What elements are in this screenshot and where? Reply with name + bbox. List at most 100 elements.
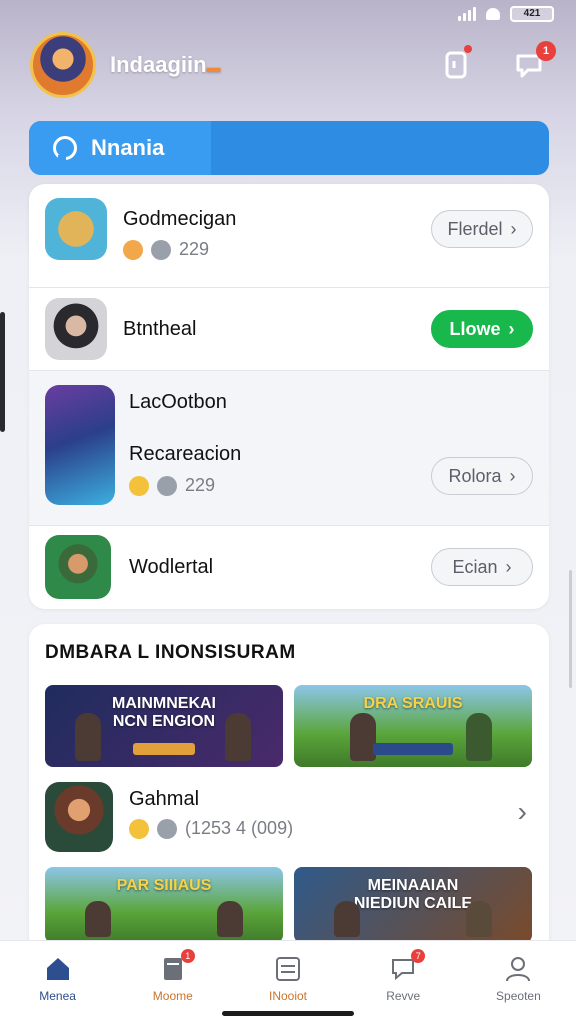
promo-banner[interactable]: MAINMNEKAI NCN ENGION — [45, 685, 283, 767]
list-item-action-button[interactable]: Rolora › — [431, 457, 533, 495]
character-figure — [217, 901, 243, 937]
section-title: DMBARA L INONSISURAM — [45, 642, 296, 663]
list-item-title: LacOotbon — [129, 391, 227, 413]
star-icon — [129, 475, 149, 496]
chevron-right-icon: › — [510, 218, 517, 239]
messages-button[interactable]: 1 — [512, 41, 556, 83]
game-thumbnail — [45, 298, 107, 360]
username-suffix: ▬ — [206, 59, 221, 75]
tab-moome[interactable]: 1 Moome — [115, 941, 230, 1024]
username: Indaagiin▬ — [110, 52, 221, 78]
signal-icon — [458, 7, 476, 21]
tab-bar: Menea 1 Moome INooiot 7 Revve Speoten — [0, 940, 576, 1024]
promo-text: DRA SRAUIS — [294, 695, 532, 713]
promo-play-button[interactable] — [133, 743, 195, 755]
list-item-count: 229 — [179, 239, 210, 259]
chevron-right-icon: › — [509, 465, 516, 486]
battery-icon: 421 — [510, 6, 554, 22]
person-icon — [504, 955, 532, 983]
bookmark-icon — [445, 51, 467, 79]
character-figure — [466, 901, 492, 937]
puzzle-icon — [157, 475, 177, 496]
action-label: Flerdel — [447, 218, 503, 239]
wifi-icon — [486, 8, 500, 20]
list-item-subtitle: Recareacion — [129, 443, 242, 465]
book-icon: 1 — [159, 949, 195, 983]
character-figure — [225, 713, 251, 761]
character-figure — [85, 901, 111, 937]
recommended-card: DMBARA L INONSISURAM MAINMNEKAI NCN ENGIO… — [29, 624, 549, 954]
tab-label: Speoten — [496, 989, 541, 1003]
list-item-title: Godmecigan — [123, 208, 237, 230]
list-item[interactable]: Btntheal Llowe › — [29, 288, 549, 370]
messages-badge: 1 — [536, 41, 556, 61]
home-icon — [44, 955, 72, 983]
banner[interactable]: Nnania — [29, 121, 549, 175]
bookmark-badge — [464, 45, 472, 53]
promo-line-1: MAINMNEKAI — [112, 695, 216, 712]
username-text: Indaagiin — [110, 52, 207, 77]
list-item[interactable]: Godmecigan 229 Flerdel › — [29, 184, 549, 288]
game-list-card: Godmecigan 229 Flerdel › Btntheal Llowe › … — [29, 184, 549, 609]
list-item[interactable]: Wodlertal Ecian › — [29, 526, 549, 609]
chevron-right-icon[interactable]: › — [518, 796, 527, 828]
list-item-title: Wodlertal — [129, 556, 214, 578]
character-figure — [350, 713, 376, 761]
left-edge-handle[interactable] — [0, 312, 5, 432]
tab-label: Menea — [39, 989, 76, 1003]
list-item-action-button[interactable]: Flerdel › — [431, 210, 533, 248]
list-item[interactable]: Gahmal (1253 4 (009) › — [29, 780, 549, 854]
list-item-count: (1253 4 (009) — [185, 818, 294, 838]
promo-line-1: DRA SRAUIS — [363, 695, 463, 712]
scrollbar[interactable] — [569, 570, 572, 688]
home-indicator[interactable] — [222, 1011, 354, 1016]
tab-speoten[interactable]: Speoten — [461, 941, 576, 1024]
action-label: Rolora — [448, 465, 502, 486]
promo-play-button[interactable] — [373, 743, 453, 755]
character-figure — [466, 713, 492, 761]
tab-home[interactable]: Menea — [0, 941, 115, 1024]
tab-label: Moome — [152, 989, 193, 1003]
list-item-count: 229 — [185, 475, 216, 495]
chevron-right-icon: › — [505, 556, 512, 577]
tab-revve[interactable]: 7 Revve — [346, 941, 461, 1024]
chat-bubble-icon — [53, 136, 77, 163]
promo-line-1: PAR SIIIAUS — [116, 877, 212, 894]
promo-line-1: MEINAAIAN — [367, 877, 459, 894]
game-thumbnail — [45, 198, 107, 260]
puzzle-icon — [151, 239, 171, 260]
tab-badge: 7 — [411, 949, 426, 963]
list-item-meta: 229 — [123, 239, 209, 260]
grid-icon — [274, 955, 302, 983]
character-figure — [334, 901, 360, 937]
avatar[interactable] — [30, 32, 96, 98]
reward-icon — [123, 239, 143, 260]
character-figure — [75, 713, 101, 761]
puzzle-icon — [157, 818, 177, 839]
list-item-action-button[interactable]: Llowe › — [431, 310, 533, 348]
coin-icon — [129, 818, 149, 839]
promo-banner[interactable]: PAR SIIIAUS — [45, 867, 283, 943]
status-icons: 421 — [458, 6, 554, 22]
list-item[interactable]: LacOotbon Recareacion 229 Rolora › — [29, 371, 549, 525]
chevron-right-icon: › — [508, 318, 515, 339]
header: Indaagiin▬ 1 — [30, 30, 556, 100]
promo-banner[interactable]: MEINAAIAN NIEDIUN CAILE — [294, 867, 532, 943]
tab-badge: 1 — [180, 949, 195, 963]
promo-line-2: NCN ENGION — [112, 713, 216, 730]
promo-line-2: NIEDIUN CAILE — [353, 895, 473, 912]
status-bar: 421 — [0, 0, 576, 28]
list-item-meta: (1253 4 (009) — [129, 818, 293, 839]
bookmark-button[interactable] — [438, 45, 474, 83]
action-label: Ecian — [452, 556, 498, 577]
list-item-meta: 229 — [129, 475, 215, 496]
banner-section[interactable]: Nnania — [29, 121, 211, 175]
game-thumbnail — [45, 385, 115, 505]
header-actions: 1 — [438, 41, 556, 83]
promo-banner[interactable]: DRA SRAUIS — [294, 685, 532, 767]
game-thumbnail — [45, 782, 113, 852]
list-item-action-button[interactable]: Ecian › — [431, 548, 533, 586]
game-thumbnail — [45, 535, 111, 599]
tab-label: Revve — [386, 989, 421, 1003]
action-label: Llowe — [449, 318, 501, 339]
